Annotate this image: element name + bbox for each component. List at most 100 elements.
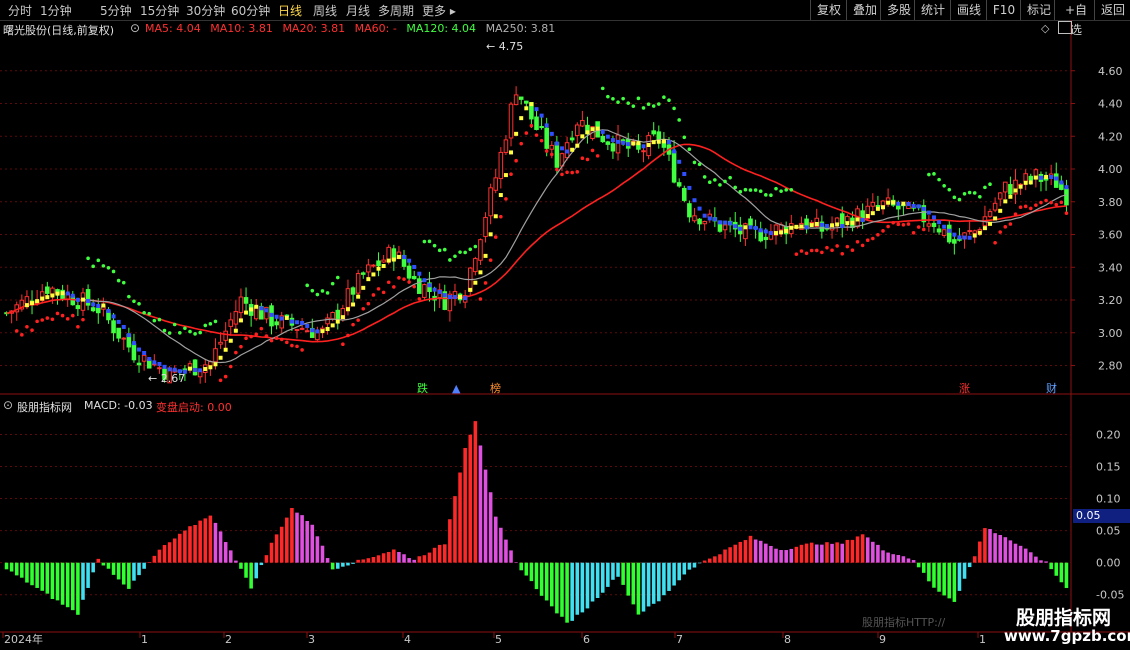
ma-short-dot <box>238 318 243 323</box>
collapse-icon[interactable]: ⊙ <box>130 21 140 35</box>
ma-short-dot <box>468 287 473 292</box>
ma-short-dot <box>356 294 361 299</box>
diamond-icon[interactable]: ◇ <box>1041 22 1049 35</box>
candle-body <box>75 305 81 310</box>
ma-short-dot <box>412 264 417 269</box>
sar-dot <box>381 290 386 295</box>
candle-body <box>411 275 417 280</box>
maximize-icon[interactable] <box>1058 21 1072 34</box>
kline-chart[interactable]: 4.60 4.40 4.20 4.00 3.80 3.60 3.40 3.20 3.00 2.80… <box>0 0 1130 650</box>
ma-short-dot <box>340 315 345 320</box>
ma-short-dot <box>1038 175 1043 180</box>
sar-dot <box>840 251 845 256</box>
sar-dot <box>453 254 457 259</box>
sar-dot <box>259 326 264 331</box>
ma-short-dot <box>901 201 906 206</box>
sar-dot <box>606 94 610 99</box>
candle-body <box>518 96 524 100</box>
sar-dot <box>300 348 304 352</box>
ma-short-dot <box>498 193 503 198</box>
ma-short-dot <box>223 347 228 352</box>
sar-dot <box>937 177 941 182</box>
sar-dot <box>1028 206 1033 211</box>
sar-dot <box>738 189 743 194</box>
ma-short-dot <box>977 230 982 235</box>
sar-dot <box>218 378 223 383</box>
sar-dot <box>529 123 534 128</box>
candle-body <box>95 307 101 314</box>
sar-dot <box>60 313 65 318</box>
sar-dot <box>779 189 783 193</box>
ma-short-dot <box>585 130 590 135</box>
ma-legend: MA5: 4.04 MA10: 3.81 MA20: 3.81 MA60: - … <box>145 22 555 35</box>
ma5-label: MA5: 4.04 <box>145 22 201 35</box>
ma-short-dot <box>121 324 126 329</box>
ma-short-dot <box>1013 188 1018 193</box>
sar-dot <box>1064 211 1069 215</box>
ma-short-dot <box>1059 180 1064 185</box>
candle-body <box>946 224 952 243</box>
axis-labels: 4.60 4.40 4.20 4.00 3.80 3.60 3.40 3.20 3.00 2.80… <box>4 40 1124 646</box>
macd-tick-label: 0.15 <box>1096 461 1121 474</box>
sar-dot <box>825 245 829 250</box>
sar-dot <box>86 256 90 261</box>
candle-body <box>498 151 504 180</box>
time-tick-label: 2024年 <box>4 632 43 646</box>
candle-body <box>478 239 483 261</box>
sar-dot <box>947 187 952 192</box>
ma-short-dot <box>152 360 157 365</box>
ma-short-dot <box>35 299 40 304</box>
sar-dot <box>916 225 921 229</box>
ma-short-dot <box>1018 184 1023 189</box>
candle-body <box>121 337 127 340</box>
sar-dot <box>978 194 982 199</box>
ma-short-dot <box>616 139 621 144</box>
event-marker: 财 <box>1046 381 1057 395</box>
ma-short-dot <box>855 217 860 222</box>
event-marker: ▲ <box>452 382 461 395</box>
ma-short-dot <box>1023 180 1028 185</box>
ma-short-dot <box>600 129 605 134</box>
sar-dot <box>208 322 213 326</box>
sar-dot <box>927 172 931 177</box>
sar-dot <box>988 182 992 187</box>
sar-dot <box>555 167 559 172</box>
sar-dot <box>162 328 167 333</box>
ma-short-dot <box>407 258 412 263</box>
macd-tick-label: 0.20 <box>1096 428 1121 441</box>
sar-dot <box>865 238 870 243</box>
ma-short-dot <box>666 140 671 145</box>
candle-body <box>1053 173 1059 188</box>
ma-short-dot <box>126 333 131 338</box>
ma-short-dot <box>789 225 794 230</box>
sar-dot <box>891 220 895 225</box>
sar-dot <box>896 222 901 227</box>
ma-short-dot <box>544 123 549 128</box>
candle-body <box>941 229 947 236</box>
candle-body <box>243 297 249 304</box>
sar-dot <box>1059 200 1064 205</box>
sar-dot <box>499 214 503 219</box>
site-name: 股朋指标网 <box>1016 607 1112 629</box>
sar-dot <box>804 251 809 256</box>
sar-dot <box>76 324 80 329</box>
sar-dot <box>677 118 681 122</box>
ma-short-dot <box>952 232 957 237</box>
sar-dot <box>427 239 432 244</box>
price-tick-label: 4.40 <box>1098 98 1123 111</box>
sar-dot <box>371 293 376 297</box>
ma-short-dot <box>376 266 381 271</box>
ma-short-dot <box>926 210 931 215</box>
ma-short-dot <box>45 295 50 300</box>
collapse-icon[interactable]: ⊙ <box>3 398 13 412</box>
ma-short-dot <box>427 283 432 288</box>
candle-body <box>503 139 509 153</box>
ma-short-dot <box>1064 185 1069 190</box>
candle-body <box>748 218 753 226</box>
sar-dot <box>335 275 340 280</box>
candle-body <box>671 150 677 183</box>
sar-dot <box>341 342 345 347</box>
ma-short-dot <box>1044 174 1049 179</box>
ma-short-dot <box>30 301 35 306</box>
ma-short-dot <box>835 222 840 227</box>
